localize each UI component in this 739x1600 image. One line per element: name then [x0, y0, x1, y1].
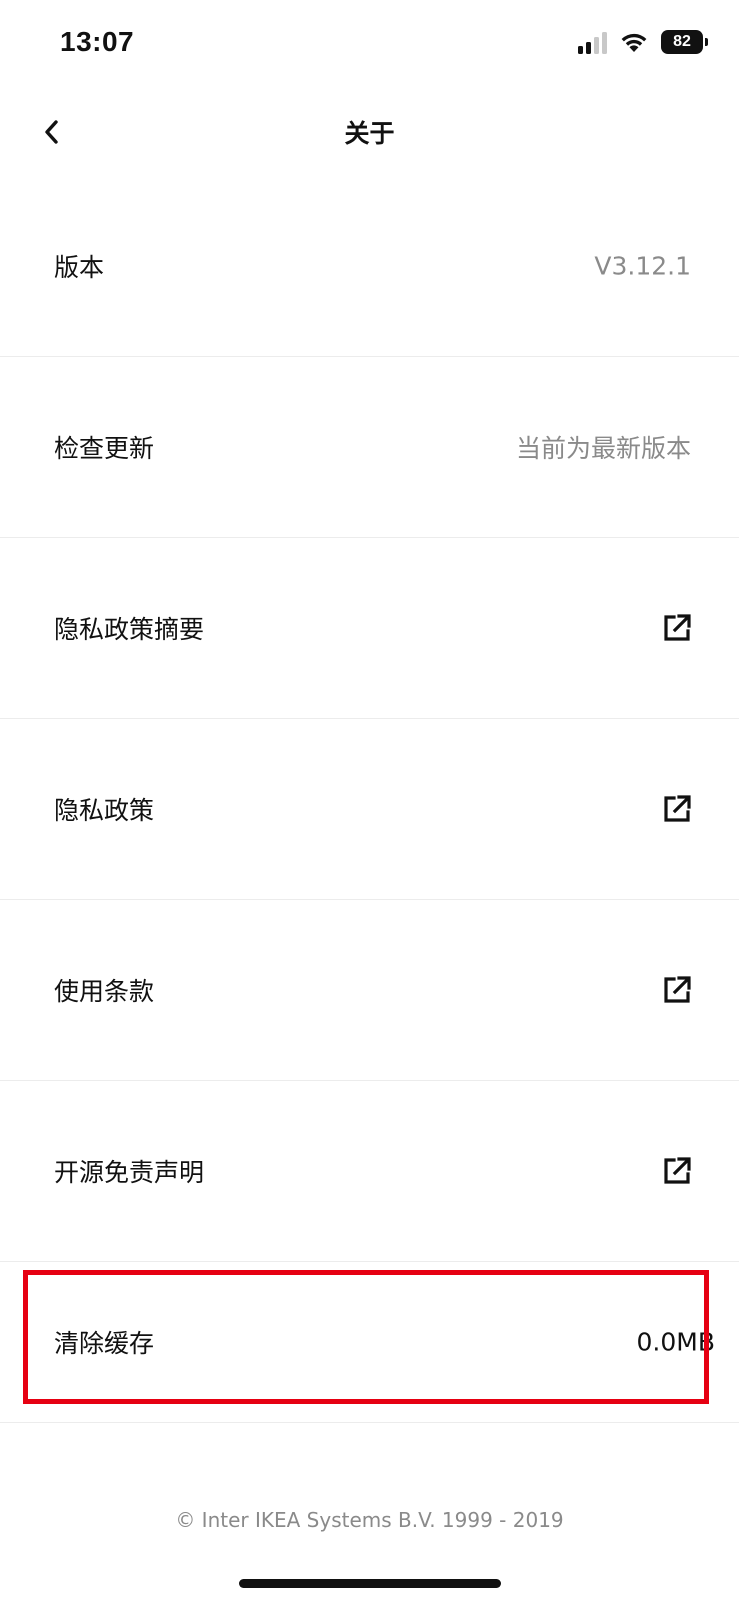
home-indicator[interactable]: [239, 1579, 501, 1588]
row-clear-cache[interactable]: 清除缓存 0.0MB: [0, 1262, 739, 1423]
update-status-value: 当前为最新版本: [515, 434, 691, 463]
status-time: 13:07: [60, 26, 135, 57]
about-settings-list: 版本 V3.12.1 检查更新 当前为最新版本 隐私政策摘要 隐私政策 使用条款…: [0, 176, 739, 1423]
row-label: 清除缓存: [54, 1329, 155, 1358]
cellular-signal-icon: [578, 30, 607, 54]
row-label: 版本: [54, 253, 105, 282]
battery-level: 82: [673, 33, 691, 50]
row-label: 开源免责声明: [54, 1158, 205, 1187]
version-value: V3.12.1: [594, 251, 691, 281]
external-link-icon: [664, 795, 691, 822]
external-link-icon: [664, 1157, 691, 1184]
row-check-update[interactable]: 检查更新 当前为最新版本: [0, 357, 739, 538]
row-terms-of-use[interactable]: 使用条款: [0, 900, 739, 1081]
row-label: 隐私政策: [54, 796, 155, 825]
status-indicators: 82: [578, 30, 708, 54]
battery-icon: 82: [661, 30, 708, 54]
row-label: 隐私政策摘要: [54, 615, 205, 644]
row-version: 版本 V3.12.1: [0, 176, 739, 357]
row-privacy-policy[interactable]: 隐私政策: [0, 719, 739, 900]
external-link-icon: [664, 614, 691, 641]
row-open-source-disclaimer[interactable]: 开源免责声明: [0, 1081, 739, 1262]
page-title: 关于: [344, 119, 395, 148]
external-link-icon: [664, 976, 691, 1003]
cache-size-value: 0.0MB: [636, 1327, 715, 1357]
row-label: 检查更新: [54, 434, 155, 463]
row-privacy-summary[interactable]: 隐私政策摘要: [0, 538, 739, 719]
row-label: 使用条款: [54, 977, 155, 1006]
wifi-icon: [621, 33, 647, 52]
status-bar: 13:07 82: [0, 0, 739, 92]
copyright-text: © Inter IKEA Systems B.V. 1999 - 2019: [175, 1508, 564, 1532]
nav-header: 关于: [0, 92, 739, 172]
